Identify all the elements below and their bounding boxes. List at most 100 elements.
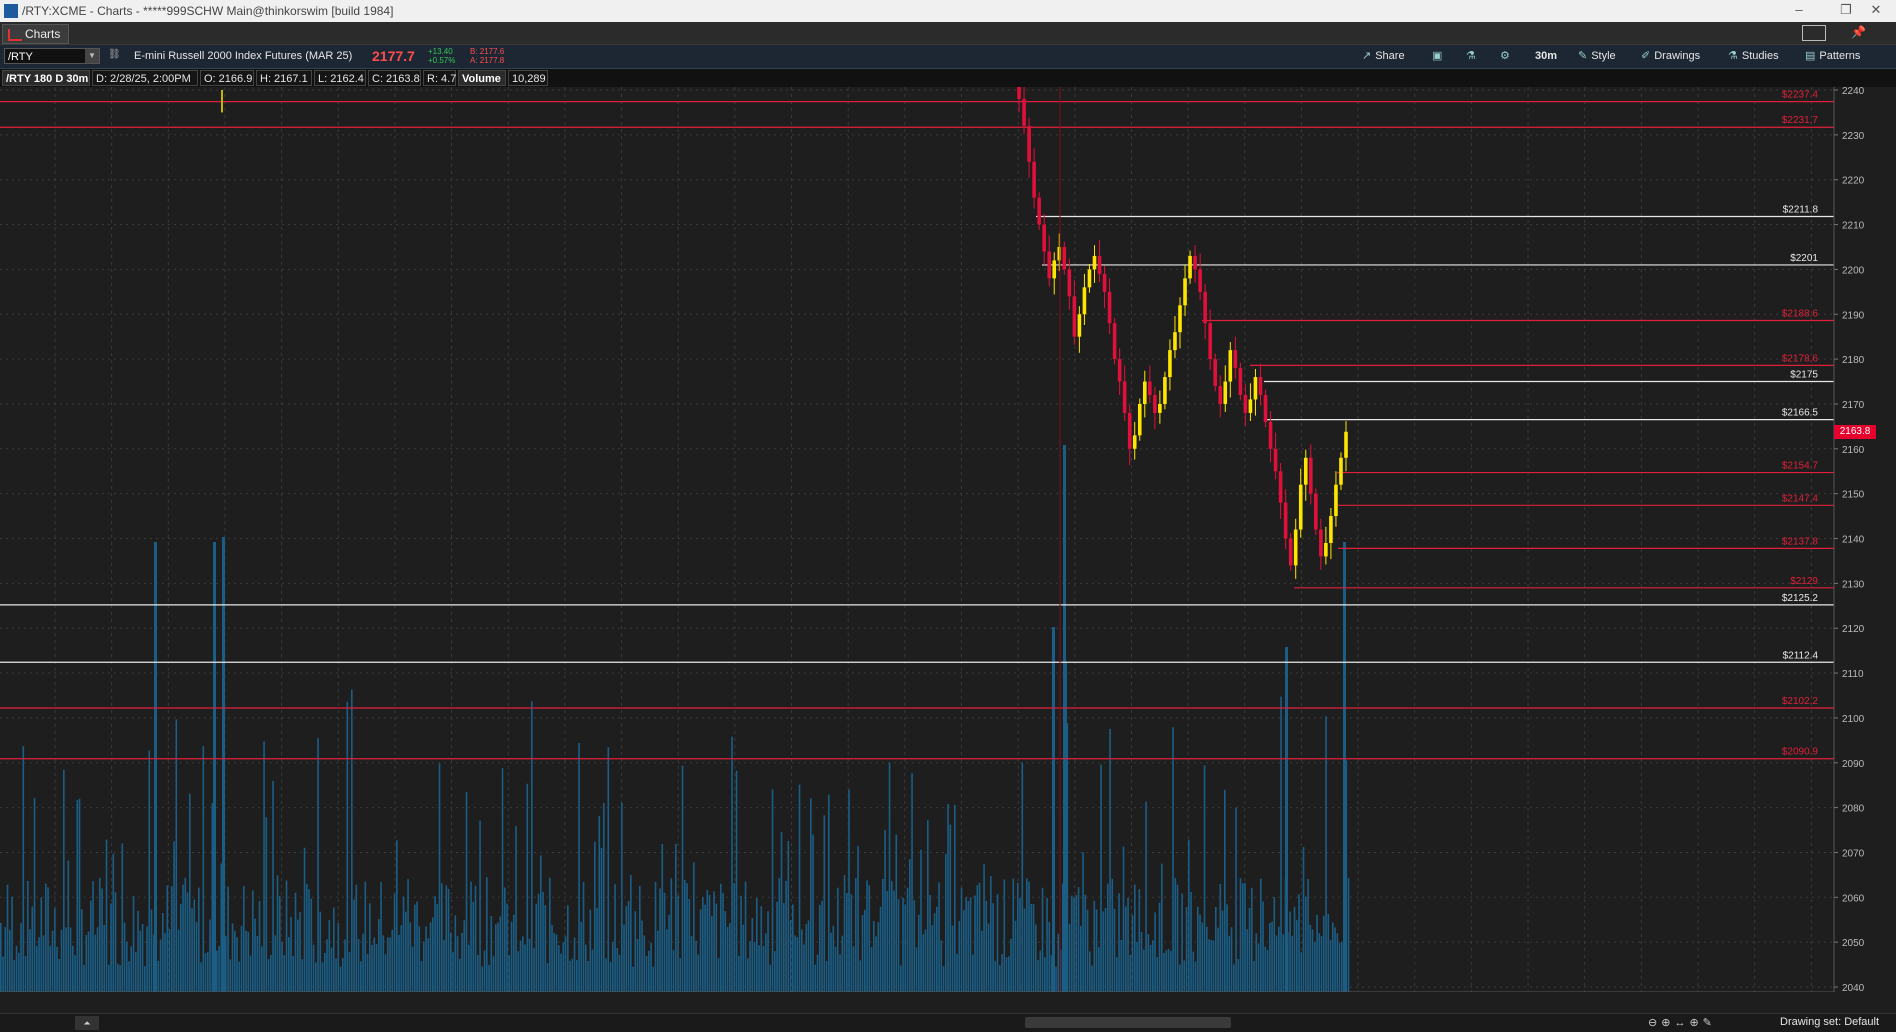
- volume-bar: [1014, 920, 1017, 992]
- price-level-label: $2125.2: [1782, 593, 1819, 604]
- volume-bar: [56, 946, 58, 992]
- volume-bar: [45, 883, 47, 992]
- volume-bar: [1077, 887, 1080, 992]
- price-level-label: $2231.7: [1782, 115, 1819, 126]
- app-icon: [4, 4, 18, 18]
- chart-icon: [8, 29, 22, 41]
- collapse-icon[interactable]: ⏶: [75, 1016, 99, 1030]
- volume-bar: [762, 945, 765, 992]
- settings-button[interactable]: ⚙: [1500, 48, 1514, 65]
- candle-body: [1178, 305, 1182, 333]
- volume-bar: [1188, 839, 1190, 992]
- volume-bar: [828, 794, 830, 992]
- volume-bar: [1226, 904, 1228, 992]
- gear-icon: ⚙: [1500, 50, 1510, 62]
- volume-bar: [731, 736, 733, 992]
- volume-bar: [965, 897, 967, 992]
- candle-body: [1082, 287, 1087, 315]
- candle-body: [1308, 457, 1313, 494]
- volume-bar: [414, 904, 416, 992]
- candle-body: [1324, 542, 1328, 557]
- volume-bar: [427, 938, 430, 992]
- volume-bar: [1190, 891, 1192, 992]
- drawings-button[interactable]: ✐ Drawings: [1641, 48, 1700, 65]
- volume-bar: [13, 960, 16, 992]
- volume-bar: [735, 770, 738, 992]
- volume-bar: [207, 951, 209, 992]
- crosshair-icon[interactable]: ⊕: [1689, 1017, 1702, 1029]
- volume-bar: [666, 929, 668, 992]
- volume-bar: [542, 891, 544, 992]
- volume-bar: [796, 937, 799, 992]
- volume-bar: [1219, 884, 1222, 992]
- volume-bar: [1046, 897, 1048, 992]
- volume-bar: [753, 941, 756, 992]
- style-button[interactable]: ✎ Style: [1578, 48, 1616, 65]
- volume-bar: [1048, 922, 1051, 992]
- volume-bar: [765, 933, 767, 992]
- volume-bar: [1093, 900, 1096, 992]
- volume-bar: [1080, 925, 1082, 992]
- link-icon[interactable]: ⛓: [108, 49, 121, 60]
- volume-bar: [627, 901, 630, 992]
- candle-body: [1032, 161, 1036, 198]
- zoom-out-icon[interactable]: ⊖: [1648, 1017, 1661, 1029]
- timeframe-button[interactable]: 30m: [1535, 48, 1557, 65]
- volume-bar: [234, 930, 236, 992]
- pan-icon[interactable]: ↔: [1674, 1017, 1689, 1029]
- volume-bar: [38, 937, 40, 992]
- tab-charts[interactable]: Charts: [2, 24, 70, 44]
- volume-bar: [648, 950, 650, 992]
- share-button[interactable]: ↗ Share: [1362, 48, 1405, 65]
- volume-bar: [877, 922, 880, 992]
- volume-bar: [663, 892, 666, 992]
- patterns-button[interactable]: ▤ Patterns: [1805, 48, 1860, 65]
- layout-box-icon[interactable]: [1802, 25, 1826, 41]
- volume-bar: [443, 939, 445, 992]
- close-button[interactable]: ✕: [1856, 2, 1896, 18]
- volume-bar: [225, 936, 227, 992]
- volume-bar: [1185, 907, 1188, 992]
- style-label: Style: [1591, 50, 1616, 62]
- volume-bar: [290, 916, 292, 992]
- volume-bar: [994, 960, 997, 992]
- volume-bar: [1296, 919, 1298, 992]
- volume-bar: [335, 958, 337, 992]
- volume-bar: [616, 947, 619, 992]
- symbol-dropdown-icon[interactable]: ▼: [85, 49, 99, 63]
- flask-button[interactable]: ⚗: [1466, 48, 1480, 65]
- bar-close: C: 2163.8: [368, 70, 421, 86]
- volume-bar: [1118, 893, 1120, 992]
- volume-bar: [450, 932, 452, 992]
- volume-bar: [1221, 910, 1224, 992]
- volume-bar: [198, 887, 200, 992]
- zoom-in-icon[interactable]: ⊕: [1661, 1017, 1674, 1029]
- volume-bar: [65, 927, 67, 992]
- volume-bar: [4, 927, 7, 992]
- volume-bar: [24, 956, 27, 992]
- volume-bar: [780, 831, 783, 992]
- volume-bar: [416, 901, 418, 992]
- drawing-set-icon[interactable]: ✎: [1703, 1017, 1716, 1029]
- price-level-label: $2201: [1790, 253, 1818, 264]
- horizontal-scrollbar[interactable]: [1025, 1017, 1231, 1028]
- studies-button[interactable]: ⚗ Studies: [1728, 48, 1779, 65]
- minimize-button[interactable]: –: [1779, 2, 1819, 17]
- volume-bar: [981, 930, 983, 992]
- zoom-controls[interactable]: ⊖⊕↔⊕✎: [1648, 1016, 1716, 1029]
- volume-bar: [1032, 904, 1035, 992]
- drawings-label: Drawings: [1654, 50, 1701, 62]
- volume-bar: [591, 949, 594, 992]
- volume-bar: [848, 789, 850, 992]
- volume-bar: [157, 960, 160, 992]
- snapshot-button[interactable]: ▣: [1432, 48, 1446, 65]
- volume-bar: [132, 895, 135, 992]
- pin-icon[interactable]: 📌: [1851, 25, 1866, 39]
- price-chart[interactable]: $2237.4 $2231.7 $2211.8 $2201 $2188.6 $2178.6…: [0, 87, 1896, 992]
- volume-bar: [893, 890, 895, 992]
- volume-bar: [758, 945, 760, 992]
- volume-bar: [846, 893, 848, 992]
- volume-bar: [420, 960, 423, 992]
- volume-bar: [238, 961, 241, 992]
- price-level-label: $2188.6: [1782, 309, 1819, 320]
